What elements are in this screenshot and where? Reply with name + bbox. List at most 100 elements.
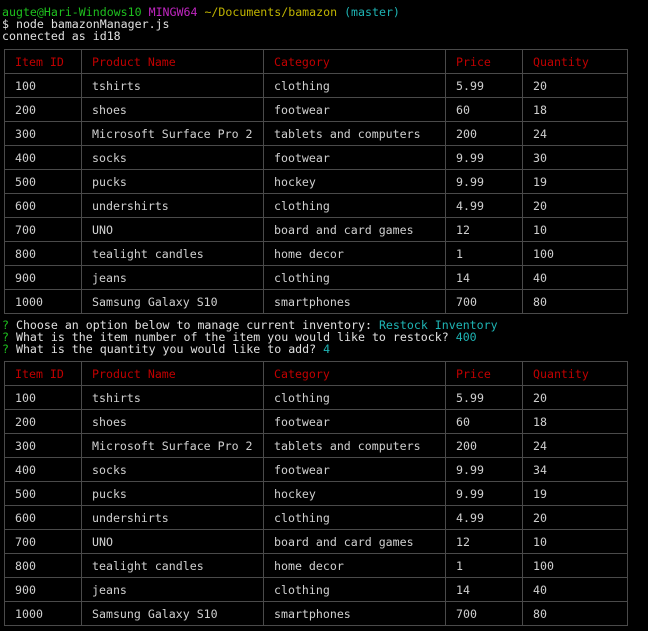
cell-price: 700	[445, 601, 523, 626]
cell-item-id: 1000	[4, 601, 82, 626]
cell-price: 9.99	[445, 145, 523, 170]
cell-price: 9.99	[445, 481, 523, 506]
cell-product-name: pucks	[81, 169, 264, 194]
header-product-name: Product Name	[81, 49, 264, 74]
cell-product-name: Microsoft Surface Pro 2	[81, 433, 264, 458]
table-row: 500 pucks hockey 9.99 19	[4, 169, 628, 194]
cell-item-id: 600	[4, 193, 82, 218]
cell-quantity: 24	[522, 433, 628, 458]
header-item-id: Item ID	[4, 49, 82, 74]
table-row: 300 Microsoft Surface Pro 2 tablets and co…	[4, 433, 628, 458]
cell-category: clothing	[263, 577, 446, 602]
table-row: 100 tshirts clothing 5.99 20	[4, 385, 628, 410]
table-row: 400 socks footwear 9.99 34	[4, 457, 628, 482]
cell-category: clothing	[263, 265, 446, 290]
cell-quantity: 19	[522, 481, 628, 506]
table-row: 500 pucks hockey 9.99 19	[4, 481, 628, 506]
header-category: Category	[263, 361, 446, 386]
cell-quantity: 10	[522, 217, 628, 242]
cell-quantity: 18	[522, 97, 628, 122]
cell-item-id: 200	[4, 97, 82, 122]
cell-price: 200	[445, 433, 523, 458]
cell-category: tablets and computers	[263, 433, 446, 458]
cell-product-name: tealight candles	[81, 553, 264, 578]
cell-product-name: socks	[81, 457, 264, 482]
cell-price: 5.99	[445, 73, 523, 98]
table-row: 900 jeans clothing 14 40	[4, 265, 628, 290]
cell-category: hockey	[263, 169, 446, 194]
cell-product-name: undershirts	[81, 193, 264, 218]
cell-product-name: pucks	[81, 481, 264, 506]
cell-item-id: 800	[4, 553, 82, 578]
table-row: 100 tshirts clothing 5.99 20	[4, 73, 628, 98]
cell-item-id: 400	[4, 457, 82, 482]
cell-price: 4.99	[445, 505, 523, 530]
cell-product-name: jeans	[81, 265, 264, 290]
git-branch: (master)	[344, 5, 400, 19]
cell-price: 9.99	[445, 169, 523, 194]
cell-category: smartphones	[263, 601, 446, 626]
table-header-row: Item ID Product Name Category Price Quantity	[4, 49, 628, 74]
cell-price: 60	[445, 97, 523, 122]
cell-product-name: shoes	[81, 97, 264, 122]
cell-quantity: 40	[522, 577, 628, 602]
question-answer: 4	[323, 342, 331, 356]
cell-category: clothing	[263, 505, 446, 530]
table-row: 800 tealight candles home decor 1 100	[4, 553, 628, 578]
header-product-name: Product Name	[81, 361, 264, 386]
cell-price: 200	[445, 121, 523, 146]
cell-quantity: 40	[522, 265, 628, 290]
cell-category: board and card games	[263, 529, 446, 554]
header-price: Price	[445, 361, 523, 386]
cell-item-id: 1000	[4, 289, 82, 314]
cell-product-name: tealight candles	[81, 241, 264, 266]
cell-category: home decor	[263, 553, 446, 578]
connected-message: connected as id18	[2, 29, 121, 43]
cell-price: 700	[445, 289, 523, 314]
cell-item-id: 900	[4, 265, 82, 290]
table-row: 800 tealight candles home decor 1 100	[4, 241, 628, 266]
cell-price: 12	[445, 529, 523, 554]
cell-item-id: 700	[4, 217, 82, 242]
cell-category: board and card games	[263, 217, 446, 242]
table-row: 700 UNO board and card games 12 10	[4, 529, 628, 554]
cell-category: footwear	[263, 409, 446, 434]
header-price: Price	[445, 49, 523, 74]
cell-item-id: 400	[4, 145, 82, 170]
cell-quantity: 80	[522, 601, 628, 626]
question-answer: 400	[455, 330, 477, 344]
cell-item-id: 200	[4, 409, 82, 434]
cell-price: 5.99	[445, 385, 523, 410]
cell-price: 1	[445, 241, 523, 266]
cell-product-name: jeans	[81, 577, 264, 602]
cell-category: footwear	[263, 457, 446, 482]
cell-product-name: undershirts	[81, 505, 264, 530]
cell-product-name: UNO	[81, 529, 264, 554]
cell-quantity: 20	[522, 193, 628, 218]
table-row: 200 shoes footwear 60 18	[4, 409, 628, 434]
table-row: 1000 Samsung Galaxy S10 smartphones 700 80	[4, 601, 628, 626]
cell-category: smartphones	[263, 289, 446, 314]
table-header-row: Item ID Product Name Category Price Quantity	[4, 361, 628, 386]
cell-price: 1	[445, 553, 523, 578]
cell-quantity: 34	[522, 457, 628, 482]
cell-category: clothing	[263, 193, 446, 218]
table-row: 200 shoes footwear 60 18	[4, 97, 628, 122]
cell-category: clothing	[263, 73, 446, 98]
cell-product-name: UNO	[81, 217, 264, 242]
cell-quantity: 18	[522, 409, 628, 434]
cell-quantity: 24	[522, 121, 628, 146]
table-row: 400 socks footwear 9.99 30	[4, 145, 628, 170]
cell-price: 9.99	[445, 457, 523, 482]
cell-item-id: 500	[4, 481, 82, 506]
table-row: 700 UNO board and card games 12 10	[4, 217, 628, 242]
cell-quantity: 80	[522, 289, 628, 314]
cell-item-id: 600	[4, 505, 82, 530]
header-item-id: Item ID	[4, 361, 82, 386]
inventory-table-before: Item ID Product Name Category Price Quantity…	[4, 49, 628, 314]
cell-quantity: 100	[522, 241, 628, 266]
cell-price: 14	[445, 265, 523, 290]
cell-item-id: 800	[4, 241, 82, 266]
cell-quantity: 30	[522, 145, 628, 170]
inventory-table-after: Item ID Product Name Category Price Quantity…	[4, 361, 628, 626]
